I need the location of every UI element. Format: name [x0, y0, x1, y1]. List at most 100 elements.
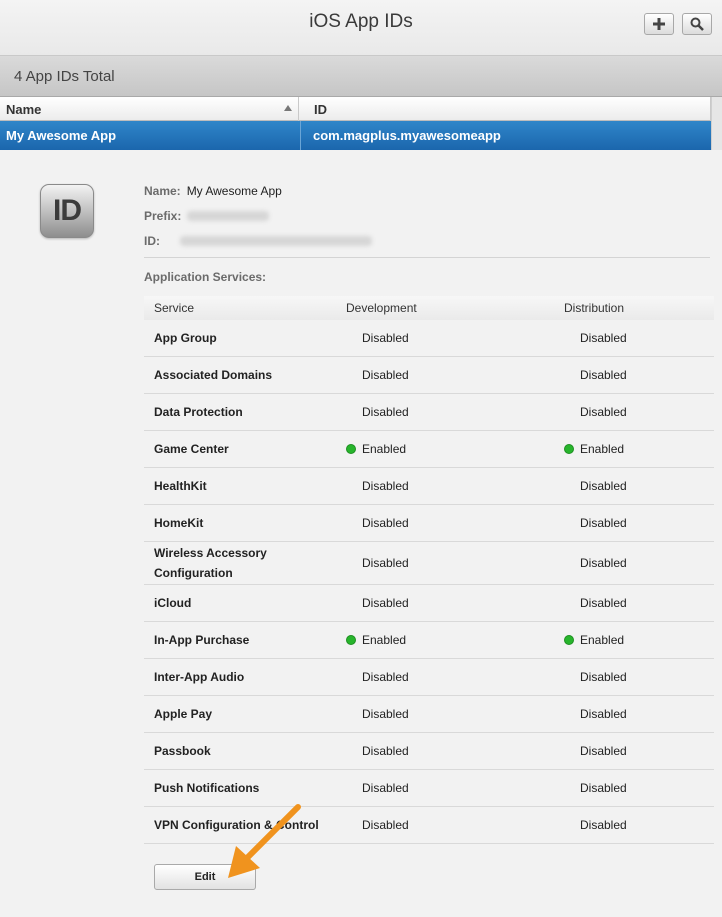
development-status: Disabled [362, 405, 409, 419]
service-row: In-App Purchase Enabled Enabled [144, 622, 714, 659]
status-text: Disabled [362, 817, 409, 832]
status-text: Disabled [362, 478, 409, 493]
development-status: Disabled [362, 556, 409, 570]
column-divider [298, 97, 299, 121]
service-row: Data Protection Disabled Disabled [144, 394, 714, 431]
header-development: Development [346, 301, 417, 315]
status-text: Disabled [580, 404, 627, 419]
service-row: Passbook Disabled Disabled [144, 733, 714, 770]
distribution-status: Disabled [580, 368, 627, 382]
section-divider [144, 257, 710, 258]
distribution-status: Disabled [580, 818, 627, 832]
column-header-name[interactable]: Name [6, 102, 41, 117]
column-header-id[interactable]: ID [314, 102, 327, 117]
service-name: App Group [154, 330, 217, 345]
search-icon [690, 17, 704, 31]
id-value-redacted [180, 236, 372, 246]
status-text: Enabled [362, 441, 407, 456]
row-bundle-id: com.magplus.myawesomeapp [313, 128, 501, 143]
count-bar: 4 App IDs Total [0, 56, 722, 97]
development-status: Disabled [362, 516, 409, 530]
page-title: iOS App IDs [309, 11, 413, 32]
service-row: HomeKit Disabled Disabled [144, 505, 714, 542]
header-distribution: Distribution [564, 301, 625, 315]
prefix-value-redacted [187, 211, 270, 221]
prefix-line: Prefix: [144, 209, 270, 223]
id-line: ID: [144, 234, 372, 248]
id-label: ID: [144, 234, 160, 248]
app-id-row-selected[interactable]: My Awesome App com.magplus.myawesomeapp [0, 121, 711, 150]
service-row: Game Center Enabled Enabled [144, 431, 714, 468]
enabled-status-icon [346, 443, 356, 454]
app-id-count: 4 App IDs Total [14, 68, 115, 85]
title-bar: iOS App IDs [0, 0, 722, 56]
service-row: App Group Disabled Disabled [144, 320, 714, 357]
development-status: Disabled [362, 818, 409, 832]
service-name: HealthKit [154, 478, 207, 493]
status-text: Disabled [580, 555, 627, 570]
plus-icon [653, 18, 665, 30]
header-service: Service [154, 301, 195, 315]
add-button[interactable] [644, 13, 674, 35]
distribution-status: Disabled [580, 556, 627, 570]
distribution-status: Disabled [580, 516, 627, 530]
application-services-label: Application Services: [144, 270, 267, 284]
service-name: Apple Pay [154, 706, 213, 721]
development-status: Disabled [362, 781, 409, 795]
list-header: Name ID [0, 97, 722, 121]
list-scrollbar[interactable] [711, 97, 722, 150]
service-name: Inter-App Audio [154, 669, 245, 684]
name-line: Name: My Awesome App [144, 184, 282, 198]
prefix-label: Prefix: [144, 209, 182, 223]
annotation-arrow-icon [228, 804, 301, 878]
service-row: Wireless Accessory Configuration Disabled… [144, 542, 714, 585]
service-name: iCloud [154, 595, 192, 610]
development-status: Enabled [346, 442, 406, 456]
service-row: Apple Pay Disabled Disabled [144, 696, 714, 733]
distribution-status: Disabled [580, 670, 627, 684]
status-text: Disabled [580, 669, 627, 684]
status-text: Disabled [362, 555, 409, 570]
development-status: Disabled [362, 368, 409, 382]
status-text: Disabled [580, 330, 627, 345]
service-name: Passbook [154, 743, 211, 758]
development-status: Disabled [362, 670, 409, 684]
distribution-status: Disabled [580, 744, 627, 758]
service-row: HealthKit Disabled Disabled [144, 468, 714, 505]
status-text: Disabled [362, 330, 409, 345]
status-text: Disabled [362, 404, 409, 419]
name-label: Name: [144, 184, 181, 198]
status-text: Disabled [580, 743, 627, 758]
app-id-icon: ID [40, 184, 94, 238]
status-text: Disabled [580, 706, 627, 721]
distribution-status: Disabled [580, 781, 627, 795]
status-text: Disabled [362, 367, 409, 382]
row-divider [300, 121, 301, 150]
service-name: Data Protection [154, 404, 243, 419]
distribution-status: Disabled [580, 331, 627, 345]
distribution-status: Disabled [580, 479, 627, 493]
status-text: Disabled [362, 669, 409, 684]
service-name: Push Notifications [154, 780, 260, 795]
status-text: Enabled [362, 632, 407, 647]
search-button[interactable] [682, 13, 712, 35]
sort-ascending-icon [284, 105, 292, 111]
service-name: HomeKit [154, 515, 204, 530]
status-text: Disabled [362, 780, 409, 795]
status-text: Disabled [580, 515, 627, 530]
development-status: Disabled [362, 744, 409, 758]
status-text: Enabled [580, 441, 625, 456]
service-name: In-App Purchase [154, 632, 250, 647]
services-table-header: Service Development Distribution [144, 296, 714, 320]
status-text: Disabled [580, 817, 627, 832]
distribution-status: Enabled [564, 442, 624, 456]
service-name: Game Center [154, 441, 229, 456]
enabled-status-icon [346, 634, 356, 645]
development-status: Disabled [362, 479, 409, 493]
status-text: Enabled [580, 632, 625, 647]
service-name: Associated Domains [154, 367, 273, 382]
status-text: Disabled [362, 743, 409, 758]
status-text: Disabled [362, 706, 409, 721]
enabled-status-icon [564, 634, 574, 645]
status-text: Disabled [580, 478, 627, 493]
